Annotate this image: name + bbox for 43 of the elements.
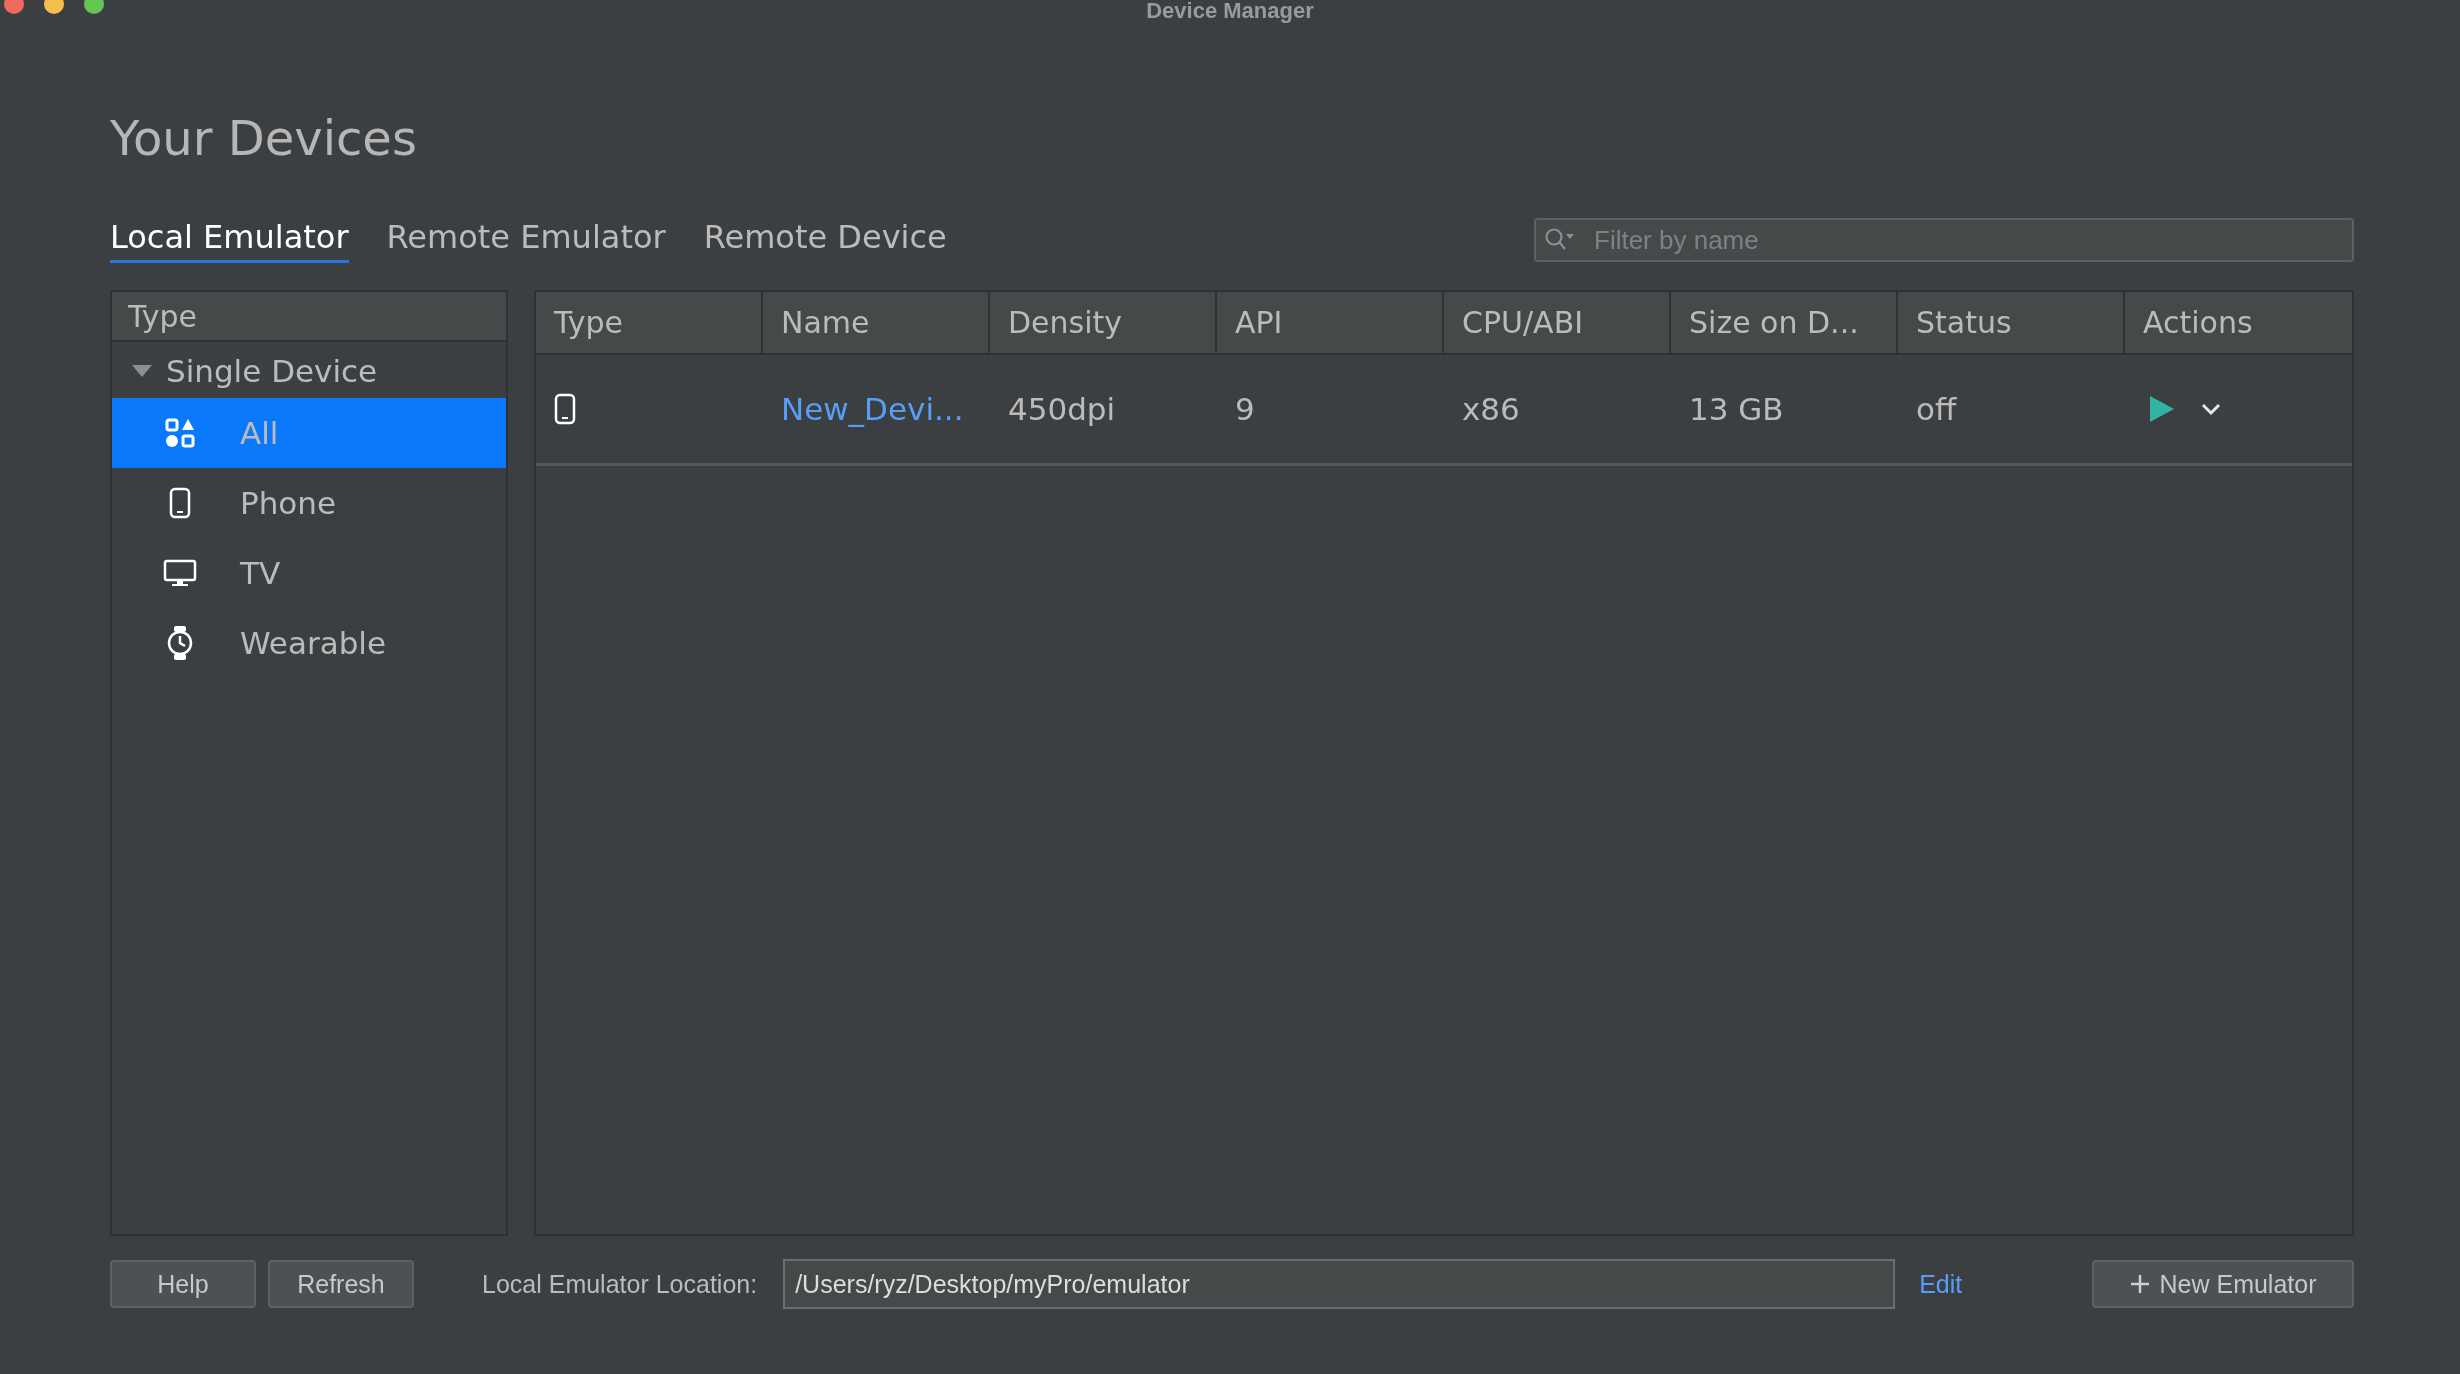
column-header[interactable]: Name [763,292,990,353]
plus-icon [2129,1274,2150,1294]
zoom-window-button[interactable] [84,0,104,14]
table-cell-text: x86 [1461,390,1521,429]
column-header[interactable]: CPU/ABI [1444,292,1671,353]
edit-link[interactable]: Edit [1919,1269,1963,1299]
monitor-icon [163,559,197,587]
column-header[interactable]: Size on D... [1671,292,1898,353]
device-name-link[interactable]: New_Devi... [763,355,990,463]
column-header: Type [128,298,197,334]
phone-icon [169,487,191,519]
footer-button[interactable]: Help [110,1260,256,1308]
table-cell-text: 13 GB [1688,390,1785,429]
table-cell-text: 9 [1234,390,1256,429]
tree-group[interactable]: Single Device [112,344,506,398]
sidebar-item[interactable]: TV [112,538,506,608]
play-icon[interactable] [2149,395,2175,423]
column-header[interactable]: Actions [2125,292,2352,353]
sidebar-item[interactable]: Wearable [112,608,506,678]
search-field[interactable]: Filter by name [1534,218,2354,262]
page-heading: Your Devices [110,109,417,168]
location-label: Local Emulator Location: [482,1269,758,1299]
column-header[interactable]: Type [536,292,763,353]
tab[interactable]: Local Emulator [110,217,349,263]
footer-button[interactable]: Refresh [268,1260,414,1308]
new-emulator-button[interactable]: New Emulator [2092,1260,2354,1308]
sidebar-item[interactable]: Phone [112,468,506,538]
tab[interactable]: Remote Device [703,217,947,263]
column-header[interactable]: API [1217,292,1444,353]
minimize-window-button[interactable] [44,0,64,14]
watch-icon [166,626,194,660]
table-cell-text: off [1915,390,1958,429]
window-title: Device Manager [1146,0,1314,22]
location-field[interactable]: /Users/ryz/Desktop/myPro/emulator [783,1259,1896,1309]
grid-icon [165,418,195,448]
tab[interactable]: Remote Emulator [386,217,666,263]
collapse-triangle-icon[interactable] [132,365,152,377]
phone-icon [554,393,576,425]
column-header[interactable]: Status [1898,292,2125,353]
column-header[interactable]: Density [990,292,1217,353]
chevron-down-icon[interactable] [2201,402,2221,416]
table-cell-text: 450dpi [1007,390,1117,429]
close-window-button[interactable] [4,0,24,14]
